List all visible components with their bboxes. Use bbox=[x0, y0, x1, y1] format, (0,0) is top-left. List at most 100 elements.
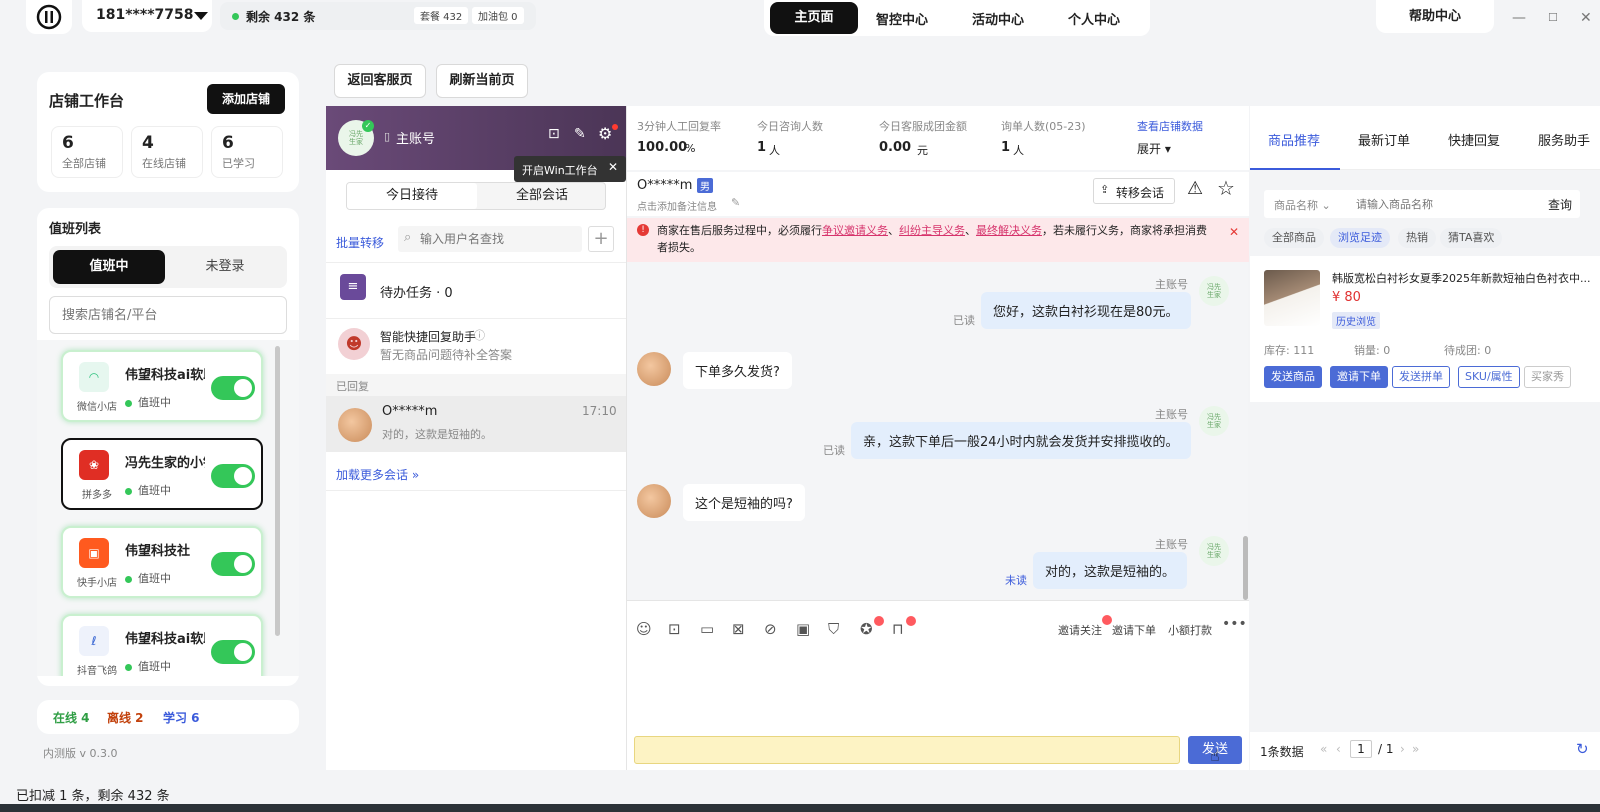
edit-icon[interactable]: ✎ bbox=[574, 126, 586, 142]
shop-duty-toggle[interactable] bbox=[211, 464, 255, 488]
message-input[interactable] bbox=[634, 736, 1180, 764]
product-title[interactable]: 韩版宽松白衬衫女夏季2025年新款短袖白色衬衣中... bbox=[1332, 270, 1594, 286]
dispute-invite-link[interactable]: 争议邀请义务 bbox=[822, 224, 888, 237]
chat-scrollbar[interactable] bbox=[1243, 536, 1248, 600]
tag-all-products[interactable]: 全部商品 bbox=[1264, 228, 1324, 248]
help-button[interactable]: 帮助中心 bbox=[1376, 0, 1494, 33]
warning-icon[interactable]: ⚠ bbox=[1187, 178, 1203, 199]
account-selector[interactable]: 181****7758 bbox=[82, 0, 212, 32]
close-notice-icon[interactable]: ✕ bbox=[1229, 224, 1239, 241]
customer-avatar bbox=[637, 352, 671, 386]
assistant-avatar: ☻ bbox=[338, 328, 370, 360]
user-search[interactable]: ⌕ bbox=[398, 226, 582, 252]
tab-quick-reply[interactable]: 快捷回复 bbox=[1448, 130, 1500, 149]
nav-profile[interactable]: 个人中心 bbox=[1068, 9, 1120, 28]
next-page-icon[interactable]: › bbox=[1400, 742, 1405, 756]
refresh-icon[interactable]: ↻ bbox=[1576, 740, 1589, 758]
gift-icon[interactable]: ✪ bbox=[860, 620, 873, 638]
last-page-icon[interactable]: » bbox=[1412, 742, 1419, 756]
close-tooltip-icon[interactable]: ✕ bbox=[608, 160, 618, 174]
chat-panel: 3分钟人工回复率 100.00 % 今日咨询人数 1 人 今日客服成团金额 0.… bbox=[626, 106, 1249, 770]
batch-transfer-link[interactable]: 批量转移 bbox=[336, 234, 384, 251]
final-resolve-link[interactable]: 最终解决义务 bbox=[976, 224, 1042, 237]
shop-status: 值班中 bbox=[125, 658, 171, 674]
shop-search-input[interactable] bbox=[49, 296, 287, 334]
tag-hot[interactable]: 热销 bbox=[1398, 228, 1436, 248]
transfer-session-button[interactable]: ⇪ 转移会话 bbox=[1093, 178, 1175, 204]
shop-duty-toggle[interactable] bbox=[211, 640, 255, 664]
maximize-icon[interactable]: ☐ bbox=[1548, 11, 1558, 24]
tag-browse-history[interactable]: 浏览足迹 bbox=[1330, 228, 1390, 248]
tab-not-logged[interactable]: 未登录 bbox=[169, 250, 281, 284]
add-icon[interactable]: + bbox=[588, 226, 614, 252]
nav-main[interactable]: 主页面 bbox=[770, 2, 858, 34]
shield-icon[interactable]: ⛉ bbox=[828, 620, 839, 638]
buyer-show-button[interactable]: 买家秀 bbox=[1524, 366, 1571, 388]
folder-icon[interactable]: ▭ bbox=[700, 620, 714, 638]
shop-card[interactable]: ◠ 伟望科技ai软助 微信小店 值班中 bbox=[61, 350, 263, 422]
help-circle-icon: ⓘ bbox=[474, 329, 485, 342]
query-button[interactable]: 查询 bbox=[1548, 196, 1572, 213]
tab-all-sessions[interactable]: 全部会话 bbox=[477, 183, 607, 209]
add-shop-button[interactable]: 添加店铺 bbox=[207, 84, 285, 114]
user-search-input[interactable] bbox=[420, 229, 576, 249]
load-more-link[interactable]: 加载更多会话 » bbox=[336, 466, 419, 483]
sku-button[interactable]: SKU/属性 bbox=[1458, 366, 1520, 388]
shop-list-scrollbar[interactable] bbox=[275, 346, 280, 636]
invite-order-button[interactable]: 邀请下单 bbox=[1330, 366, 1388, 388]
right-tabs: 商品推荐 最新订单 快捷回复 服务助手 bbox=[1250, 106, 1600, 170]
tab-product-recommend[interactable]: 商品推荐 bbox=[1268, 130, 1320, 149]
shop-workbench-card: 店铺工作台 添加店铺 6 全部店铺 4 在线店铺 6 已学习 bbox=[37, 72, 299, 192]
more-icon[interactable]: ••• bbox=[1222, 616, 1247, 632]
search-icon: ⌕ bbox=[404, 230, 412, 245]
close-window-icon[interactable]: ✕ bbox=[1580, 10, 1592, 26]
shop-duty-toggle[interactable] bbox=[211, 376, 255, 400]
refresh-page-button[interactable]: 刷新当前页 bbox=[436, 64, 528, 98]
video-icon[interactable]: ▣ bbox=[796, 620, 810, 638]
filter-select[interactable]: 商品名称 ⌄ bbox=[1274, 197, 1331, 213]
tab-today[interactable]: 今日接待 bbox=[347, 183, 477, 209]
first-page-icon[interactable]: « bbox=[1320, 742, 1327, 756]
small-payment-link[interactable]: 小额打款 bbox=[1168, 622, 1212, 638]
nav-activity[interactable]: 活动中心 bbox=[972, 9, 1024, 28]
shop-duty-toggle[interactable] bbox=[211, 552, 255, 576]
back-to-service-button[interactable]: 返回客服页 bbox=[334, 64, 426, 98]
invite-order-link[interactable]: 邀请下单 bbox=[1112, 622, 1156, 638]
minimize-icon[interactable]: — bbox=[1512, 10, 1526, 26]
link-icon[interactable]: ⊘ bbox=[764, 620, 777, 638]
star-icon[interactable]: ☆ bbox=[1217, 176, 1235, 200]
view-shop-data-link[interactable]: 查看店铺数据 bbox=[1137, 118, 1203, 134]
tab-on-duty[interactable]: 值班中 bbox=[53, 250, 165, 284]
prev-page-icon[interactable]: ‹ bbox=[1336, 742, 1341, 756]
conversation-item[interactable]: O*****m 17:10 对的，这款是短袖的。 bbox=[326, 396, 626, 452]
inbox-icon[interactable]: ⊓ bbox=[892, 620, 904, 638]
add-note-link[interactable]: 点击添加备注信息 bbox=[637, 198, 717, 213]
chart-icon[interactable]: ⊡ bbox=[548, 126, 560, 142]
summary-offline: 离线 2 bbox=[107, 711, 144, 725]
product-search-input[interactable] bbox=[1356, 194, 1526, 214]
settings-icon[interactable]: ⚙ bbox=[598, 124, 612, 143]
new-badge-icon bbox=[874, 616, 884, 626]
dispute-lead-link[interactable]: 纠纷主导义务 bbox=[899, 224, 965, 237]
alert-icon: ! bbox=[637, 224, 649, 236]
todo-tasks[interactable]: 待办任务 · 0 bbox=[380, 282, 453, 301]
image-icon[interactable]: ⊡ bbox=[668, 620, 681, 638]
emoji-icon[interactable]: ☺ bbox=[636, 620, 652, 638]
tab-service-assistant[interactable]: 服务助手 bbox=[1538, 130, 1590, 149]
metric-unit: 元 bbox=[917, 144, 928, 157]
tab-latest-orders[interactable]: 最新订单 bbox=[1358, 130, 1410, 149]
shop-card[interactable]: ❀ 冯先生家的小铺 拼多多 值班中 bbox=[61, 438, 263, 510]
summary-online: 在线 4 bbox=[53, 711, 90, 725]
cursor-icon: ☝ bbox=[1210, 746, 1220, 765]
expand-toggle[interactable]: 展开 ▾ bbox=[1137, 140, 1171, 157]
coupon-icon[interactable]: ⊠ bbox=[732, 620, 745, 638]
send-group-button[interactable]: 发送拼单 bbox=[1392, 366, 1450, 388]
tag-guess-like[interactable]: 猜TA喜欢 bbox=[1440, 228, 1503, 248]
invite-follow-link[interactable]: 邀请关注 bbox=[1058, 622, 1102, 638]
shop-card[interactable]: ℓ 伟望科技ai软助 抖音飞鸽 值班中 bbox=[61, 614, 263, 676]
send-product-button[interactable]: 发送商品 bbox=[1264, 366, 1322, 388]
nav-control[interactable]: 智控中心 bbox=[876, 9, 928, 28]
shop-card[interactable]: ▣ 伟望科技社 快手小店 值班中 bbox=[61, 526, 263, 598]
note-edit-icon[interactable]: ✎ bbox=[731, 196, 740, 209]
page-input[interactable]: 1 bbox=[1350, 740, 1372, 758]
